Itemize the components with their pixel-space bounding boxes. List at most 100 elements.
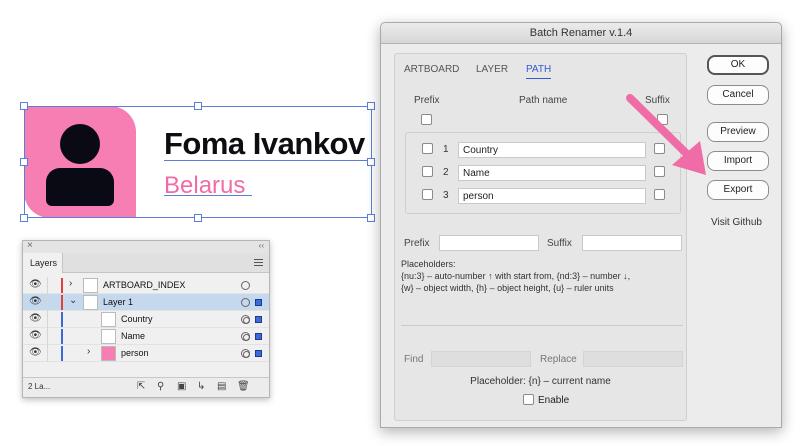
eye-icon[interactable]: 👁 xyxy=(29,296,42,307)
row-separator xyxy=(47,345,48,362)
row-2-name-input[interactable]: Name xyxy=(458,165,646,181)
resize-handle-top-left[interactable] xyxy=(20,102,28,110)
selection-square-icon[interactable] xyxy=(255,350,262,357)
layer-thumbnail xyxy=(83,278,98,293)
row-separator xyxy=(47,294,48,311)
row-1-number: 1 xyxy=(443,144,449,155)
row-3-prefix-checkbox[interactable] xyxy=(422,189,433,200)
placeholders-title: Placeholders: xyxy=(401,259,456,269)
layers-footer: 2 La... ⇱ ⚲ ▣ ↳ ▤ 🗑 xyxy=(23,377,269,397)
layer-thumbnail xyxy=(101,329,116,344)
layer-row-person[interactable]: 👁 › person xyxy=(23,345,269,362)
resize-handle-bottom-right[interactable] xyxy=(367,214,375,222)
eye-icon[interactable]: 👁 xyxy=(29,330,42,341)
collapse-icon[interactable]: ‹‹ xyxy=(259,241,264,250)
layer-thumbnail xyxy=(101,346,116,361)
row-2-prefix-checkbox[interactable] xyxy=(422,166,433,177)
resize-handle-top-right[interactable] xyxy=(367,102,375,110)
resize-handle-right[interactable] xyxy=(367,158,375,166)
ok-button[interactable]: OK xyxy=(707,55,769,75)
layer-row-layer-1[interactable]: 👁 ⌄ Layer 1 xyxy=(23,294,269,311)
close-icon[interactable]: × xyxy=(27,240,33,251)
layer-name[interactable]: ARTBOARD_INDEX xyxy=(103,280,185,290)
search-icon[interactable]: ⚲ xyxy=(157,381,164,392)
replace-input[interactable] xyxy=(583,351,683,367)
tab-artboard[interactable]: ARTBOARD xyxy=(404,64,459,75)
enable-label: Enable xyxy=(538,395,570,406)
placeholders-line-1: {nu:3} – auto-number ↑ with start from, … xyxy=(401,271,631,281)
selection-square-icon[interactable] xyxy=(255,299,262,306)
resize-handle-left[interactable] xyxy=(20,158,28,166)
layer-color-tag xyxy=(61,312,63,327)
enable-row[interactable]: Enable xyxy=(523,394,569,406)
layer-color-tag xyxy=(61,278,63,293)
prefix-input[interactable] xyxy=(439,235,539,251)
selection-square-icon[interactable] xyxy=(255,316,262,323)
row-2-number: 2 xyxy=(443,167,449,178)
layer-name[interactable]: Country xyxy=(121,314,153,324)
row-1-suffix-checkbox[interactable] xyxy=(654,143,665,154)
layer-name[interactable]: Name xyxy=(121,331,145,341)
placeholders-help: Placeholders: {nu:3} – auto-number ↑ wit… xyxy=(401,258,681,294)
tab-layers[interactable]: Layers xyxy=(23,253,63,273)
trash-icon[interactable]: 🗑 xyxy=(237,381,250,392)
enable-checkbox[interactable] xyxy=(523,394,534,405)
eye-icon[interactable]: 👁 xyxy=(29,313,42,324)
eye-icon[interactable]: 👁 xyxy=(29,347,42,358)
suffix-all-checkbox[interactable] xyxy=(657,114,668,125)
active-tab-underline xyxy=(526,78,551,79)
selection-bounding-box[interactable] xyxy=(24,106,372,218)
new-layer-icon[interactable]: ▤ xyxy=(217,381,226,392)
layer-name[interactable]: person xyxy=(121,348,149,358)
target-circle-icon[interactable] xyxy=(241,349,250,358)
layer-color-tag xyxy=(61,295,63,310)
export-icon[interactable]: ⇱ xyxy=(137,381,145,392)
find-input[interactable] xyxy=(431,351,531,367)
selection-square-icon[interactable] xyxy=(255,333,262,340)
resize-handle-top[interactable] xyxy=(194,102,202,110)
row-1-prefix-checkbox[interactable] xyxy=(422,143,433,154)
preview-button[interactable]: Preview xyxy=(707,122,769,142)
path-rows-box: 1 Country 2 Name 3 person xyxy=(405,132,681,214)
row-1-name-input[interactable]: Country xyxy=(458,142,646,158)
layer-row-name[interactable]: 👁 Name xyxy=(23,328,269,345)
panel-menu-icon[interactable] xyxy=(254,259,263,266)
cancel-button[interactable]: Cancel xyxy=(707,85,769,105)
visit-github-link[interactable]: Visit Github xyxy=(711,217,762,228)
target-circle-icon[interactable] xyxy=(241,281,250,290)
layer-thumbnail xyxy=(83,295,98,310)
chevron-down-icon[interactable]: ⌄ xyxy=(69,295,77,306)
suffix-input[interactable] xyxy=(582,235,682,251)
layer-row-artboard-index[interactable]: 👁 › ARTBOARD_INDEX xyxy=(23,277,269,294)
resize-handle-bottom[interactable] xyxy=(194,214,202,222)
import-button[interactable]: Import xyxy=(707,151,769,171)
row-3-number: 3 xyxy=(443,190,449,201)
target-circle-icon[interactable] xyxy=(241,298,250,307)
chevron-right-icon[interactable]: › xyxy=(87,346,90,357)
divider xyxy=(401,325,683,326)
target-circle-icon[interactable] xyxy=(241,315,250,324)
layer-color-tag xyxy=(61,329,63,344)
resize-handle-bottom-left[interactable] xyxy=(20,214,28,222)
dialog-title: Batch Renamer v.1.4 xyxy=(381,23,781,44)
export-button[interactable]: Export xyxy=(707,180,769,200)
chevron-right-icon[interactable]: › xyxy=(69,278,72,289)
column-header-suffix: Suffix xyxy=(645,95,670,106)
layer-color-tag xyxy=(61,346,63,361)
tab-path[interactable]: PATH xyxy=(526,64,551,75)
layer-row-country[interactable]: 👁 Country xyxy=(23,311,269,328)
layer-name[interactable]: Layer 1 xyxy=(103,297,133,307)
batch-renamer-dialog: Batch Renamer v.1.4 ARTBOARD LAYER PATH … xyxy=(380,22,782,428)
target-circle-icon[interactable] xyxy=(241,332,250,341)
row-2-suffix-checkbox[interactable] xyxy=(654,166,665,177)
clipping-mask-icon[interactable]: ▣ xyxy=(177,381,186,392)
row-3-name-input[interactable]: person xyxy=(458,188,646,204)
row-3-suffix-checkbox[interactable] xyxy=(654,189,665,200)
layers-panel: × ‹‹ Layers 👁 › ARTBOARD_INDEX 👁 ⌄ Layer… xyxy=(22,240,270,398)
layers-panel-titlebar[interactable]: × ‹‹ xyxy=(23,240,269,253)
eye-icon[interactable]: 👁 xyxy=(29,279,42,290)
placeholder-current-name: Placeholder: {n} – current name xyxy=(470,376,611,387)
prefix-all-checkbox[interactable] xyxy=(421,114,432,125)
new-sublayer-icon[interactable]: ↳ xyxy=(197,381,205,392)
tab-layer[interactable]: LAYER xyxy=(476,64,508,75)
